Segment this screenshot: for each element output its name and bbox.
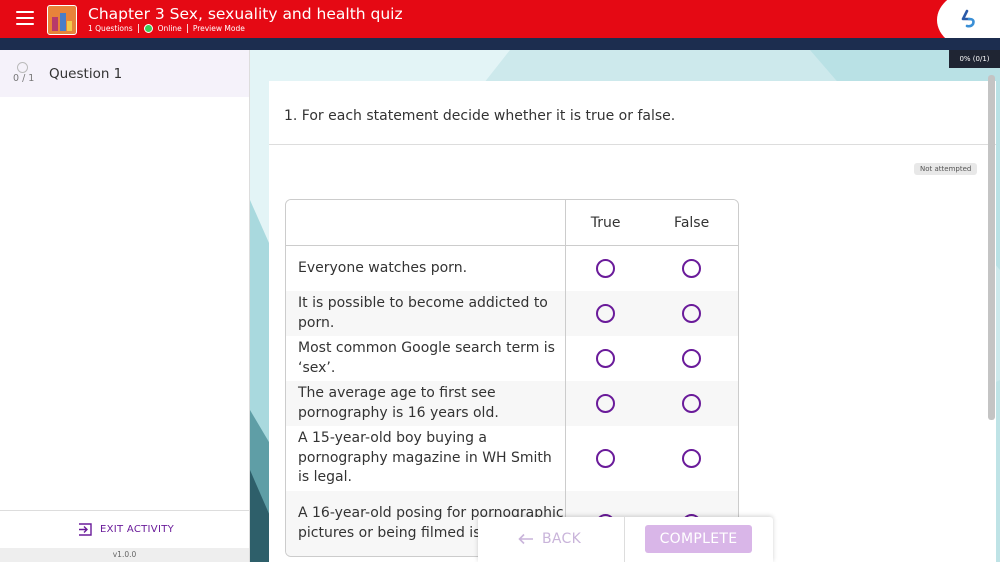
true-radio[interactable]	[596, 348, 616, 368]
brand-logo-icon	[961, 9, 975, 28]
table-row: It is possible to become addicted to por…	[286, 291, 738, 336]
status-badge: Not attempted	[914, 163, 978, 175]
statement-text: Most common Google search term is ‘sex’.	[286, 336, 566, 381]
back-label: BACK	[542, 531, 582, 547]
quiz-subtitle: 1 Questions Online Preview Mode	[88, 24, 245, 33]
statement-text: The average age to first see pornography…	[286, 381, 566, 426]
question-list-item[interactable]: 0 / 1 Question 1	[0, 50, 249, 97]
question-label: Question 1	[49, 66, 123, 82]
table-row: The average age to first see pornography…	[286, 381, 738, 426]
statement-text: It is possible to become addicted to por…	[286, 291, 566, 336]
table-row: A 15-year-old boy buying a pornography m…	[286, 426, 738, 491]
false-radio[interactable]	[682, 258, 702, 278]
question-status-icon	[17, 62, 28, 73]
column-header-false: False	[645, 200, 738, 246]
question-card: 1. For each statement decide whether it …	[269, 81, 996, 562]
true-radio[interactable]	[596, 448, 616, 468]
question-list-panel: 0 / 1 Question 1 EXIT ACTIVITY v1.0.0	[0, 50, 250, 562]
false-radio[interactable]	[682, 393, 702, 413]
questions-count: 1 Questions	[88, 24, 133, 33]
complete-button[interactable]: COMPLETE	[645, 525, 752, 553]
table-header-row: True False	[286, 200, 738, 246]
online-status-icon	[143, 24, 153, 33]
exit-area: EXIT ACTIVITY	[0, 510, 249, 551]
top-bar: Chapter 3 Sex, sexuality and health quiz…	[0, 0, 1000, 50]
column-header-true: True	[566, 200, 646, 246]
question-score: 0 / 1	[13, 73, 35, 84]
separator	[186, 24, 188, 33]
menu-icon[interactable]	[16, 11, 34, 25]
divider	[624, 517, 625, 562]
arrow-left-icon	[518, 533, 533, 545]
true-radio[interactable]	[596, 393, 616, 413]
mode-label: Preview Mode	[192, 24, 245, 33]
true-radio[interactable]	[596, 258, 616, 278]
question-prompt: 1. For each statement decide whether it …	[284, 108, 676, 124]
app-logo	[47, 5, 77, 35]
false-radio[interactable]	[682, 348, 702, 368]
back-button[interactable]: BACK	[518, 531, 581, 547]
statement-text: A 15-year-old boy buying a pornography m…	[286, 426, 566, 491]
navigation-panel: BACK COMPLETE	[478, 517, 773, 562]
version-label: v1.0.0	[0, 548, 249, 562]
false-radio[interactable]	[682, 448, 702, 468]
exit-icon	[79, 523, 92, 536]
scrollbar[interactable]	[988, 75, 995, 420]
statement-header	[286, 200, 566, 246]
exit-activity-button[interactable]: EXIT ACTIVITY	[78, 523, 174, 536]
progress-indicator: 0% (0/1)	[949, 50, 1000, 68]
table-row: Everyone watches porn.	[286, 246, 738, 291]
online-status: Online	[157, 24, 182, 33]
header-band	[0, 38, 1000, 50]
true-radio[interactable]	[596, 303, 616, 323]
true-false-table: True False Everyone watches porn. It is …	[285, 199, 739, 557]
separator	[137, 24, 139, 33]
false-radio[interactable]	[682, 303, 702, 323]
table-row: Most common Google search term is ‘sex’.	[286, 336, 738, 381]
divider	[269, 144, 996, 145]
quiz-title: Chapter 3 Sex, sexuality and health quiz	[88, 5, 403, 23]
statement-text: Everyone watches porn.	[286, 246, 566, 291]
exit-activity-label: EXIT ACTIVITY	[100, 524, 175, 535]
